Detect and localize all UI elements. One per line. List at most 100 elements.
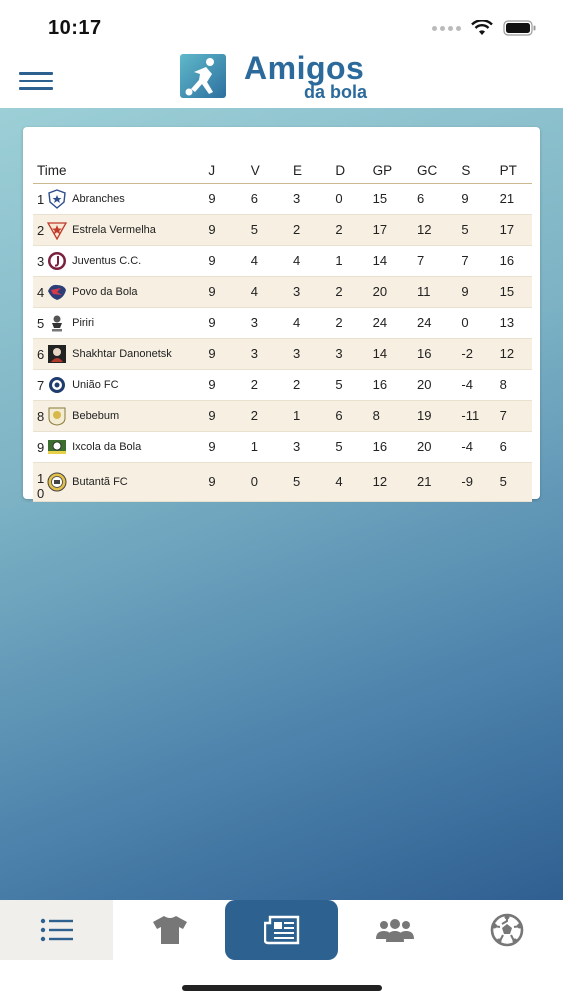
goal-diff-cell: 7 (461, 245, 500, 277)
tab-friends[interactable] (338, 900, 451, 960)
standings-header-row: Time J V E D GP GC S PT (33, 159, 532, 184)
logo-text-small: da bola (304, 82, 368, 102)
team-name: Ixcola da Bola (72, 440, 142, 453)
tab-teams[interactable] (113, 900, 226, 960)
wins-cell: 0 (250, 462, 294, 502)
points-cell: 7 (499, 400, 532, 432)
wins-cell: 5 (250, 214, 294, 246)
draws-cell: 3 (293, 338, 336, 370)
losses-cell: 2 (335, 307, 373, 339)
goal-diff-cell: -9 (461, 462, 500, 502)
goals-against-cell: 6 (417, 183, 462, 215)
team-name: Abranches (72, 192, 125, 205)
position-cell: 1 (33, 183, 48, 215)
home-indicator[interactable] (182, 985, 382, 991)
goals-against-cell: 24 (417, 307, 462, 339)
losses-cell: 2 (335, 276, 373, 308)
col-header-pt: PT (499, 159, 532, 184)
points-cell: 5 (499, 462, 532, 502)
standings-card: Time J V E D GP GC S PT 1 Abranches 9 6 (23, 127, 540, 502)
games-cell: 9 (208, 400, 251, 432)
col-header-gc: GC (417, 159, 462, 184)
goal-diff-cell: 9 (461, 183, 500, 215)
position-cell: 9 (33, 431, 48, 463)
draws-cell: 2 (293, 369, 336, 401)
losses-cell: 5 (335, 431, 373, 463)
juventus-crest-icon (47, 251, 67, 271)
goals-for-cell: 12 (372, 462, 418, 502)
wins-cell: 1 (250, 431, 294, 463)
position-cell: 7 (33, 369, 48, 401)
wins-cell: 2 (250, 400, 294, 432)
team-name: Povo da Bola (72, 285, 138, 298)
status-bar: 10:17 (0, 0, 563, 50)
draws-cell: 2 (293, 214, 336, 246)
goals-for-cell: 15 (372, 183, 418, 215)
goal-diff-cell: -2 (461, 338, 500, 370)
position-cell: 8 (33, 400, 48, 432)
team-name: Juventus C.C. (72, 254, 142, 267)
tab-news[interactable] (225, 900, 338, 960)
wins-cell: 4 (250, 276, 294, 308)
signal-icon (432, 25, 461, 31)
goals-against-cell: 20 (417, 369, 462, 401)
team-name: Estrela Vermelha (72, 223, 156, 236)
goals-against-cell: 16 (417, 338, 462, 370)
estrela-vermelha-crest-icon (46, 220, 68, 240)
draws-cell: 4 (293, 245, 336, 277)
soccer-ball-icon (490, 913, 523, 947)
goals-for-cell: 8 (372, 400, 418, 432)
table-row[interactable]: 4 Povo da Bola 9 4 3 2 20 11 9 15 (33, 276, 532, 308)
table-row[interactable]: 10 Butantã FC 9 0 5 4 12 21 -9 5 (33, 462, 532, 502)
goals-for-cell: 20 (372, 276, 418, 308)
player-logo-icon (180, 54, 226, 98)
goal-diff-cell: -4 (461, 369, 500, 401)
points-cell: 21 (499, 183, 532, 215)
table-row[interactable]: 5 Piriri 9 3 4 2 24 24 0 13 (33, 307, 532, 339)
app-header: Amigos da bola (0, 50, 563, 108)
table-row[interactable]: 3 Juventus C.C. 9 4 4 1 14 7 7 16 (33, 245, 532, 277)
goals-for-cell: 14 (372, 338, 418, 370)
piriri-crest-icon (47, 313, 67, 333)
status-time: 10:17 (48, 17, 102, 39)
battery-icon (503, 20, 536, 36)
losses-cell: 2 (335, 214, 373, 246)
goal-diff-cell: 5 (461, 214, 500, 246)
draws-cell: 3 (293, 183, 336, 215)
position-cell: 10 (33, 462, 48, 502)
table-row[interactable]: 9 Ixcola da Bola 9 1 3 5 16 20 -4 6 (33, 431, 532, 463)
hamburger-menu-icon[interactable] (19, 72, 53, 92)
team-name: União FC (72, 378, 119, 391)
games-cell: 9 (208, 276, 251, 308)
povo-da-bola-crest-icon (47, 282, 67, 302)
table-row[interactable]: 8 Bebebum 9 2 1 6 8 19 -11 7 (33, 400, 532, 432)
app-logo: Amigos da bola (180, 50, 384, 102)
tab-matches[interactable] (450, 900, 563, 960)
team-name: Shakhtar Danonetsk (72, 347, 172, 360)
table-row[interactable]: 1 Abranches 9 6 3 0 15 6 9 21 (33, 183, 532, 215)
col-header-d: D (335, 159, 373, 184)
table-row[interactable]: 7 União FC 9 2 2 5 16 20 -4 8 (33, 369, 532, 401)
group-icon (375, 919, 414, 942)
team-name: Bebebum (72, 409, 120, 422)
position-cell: 5 (33, 307, 48, 339)
goals-for-cell: 16 (372, 431, 418, 463)
draws-cell: 1 (293, 400, 336, 432)
tab-standings[interactable] (0, 900, 113, 960)
wins-cell: 3 (250, 338, 294, 370)
col-header-v: V (250, 159, 294, 184)
games-cell: 9 (208, 338, 251, 370)
abranches-crest-icon (47, 188, 67, 209)
shakhtar-crest-icon (47, 344, 67, 364)
draws-cell: 3 (293, 276, 336, 308)
position-cell: 6 (33, 338, 48, 370)
goals-against-cell: 19 (417, 400, 462, 432)
table-row[interactable]: 2 Estrela Vermelha 9 5 2 2 17 12 5 17 (33, 214, 532, 246)
goal-diff-cell: -4 (461, 431, 500, 463)
table-row[interactable]: 6 Shakhtar Danonetsk 9 3 3 3 14 16 -2 12 (33, 338, 532, 370)
points-cell: 16 (499, 245, 532, 277)
wins-cell: 4 (250, 245, 294, 277)
uniao-fc-crest-icon (47, 375, 67, 395)
bebebum-crest-icon (47, 406, 67, 426)
points-cell: 15 (499, 276, 532, 308)
